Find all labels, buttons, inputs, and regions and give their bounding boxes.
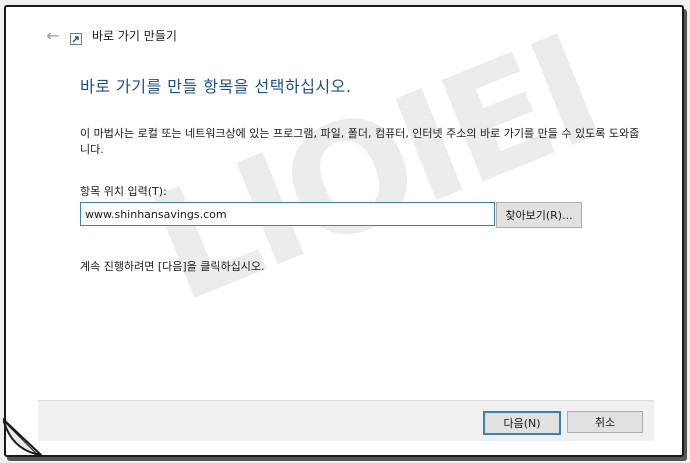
page-heading: 바로 가기를 만들 항목을 선택하십시오. [80, 77, 352, 96]
footer-bar [38, 400, 654, 441]
browse-button[interactable]: 찾아보기(R)... [496, 202, 582, 228]
location-label: 항목 위치 입력(T): [80, 185, 167, 198]
location-input[interactable] [80, 202, 495, 226]
cancel-button[interactable]: 취소 [567, 411, 643, 433]
shortcut-icon [70, 33, 82, 45]
back-arrow-icon[interactable]: ← [42, 24, 64, 46]
description-text: 이 마법사는 로컬 또는 네트워크상에 있는 프로그램, 파일, 폴더, 컴퓨터… [80, 127, 640, 156]
title-bar: ← 바로 가기 만들기 [42, 22, 177, 48]
page-curl-decoration [3, 418, 42, 455]
next-button[interactable]: 다음(N) [483, 411, 561, 435]
window-title: 바로 가기 만들기 [92, 28, 177, 43]
continue-instruction: 계속 진행하려면 [다음]을 클릭하십시오. [80, 260, 265, 273]
